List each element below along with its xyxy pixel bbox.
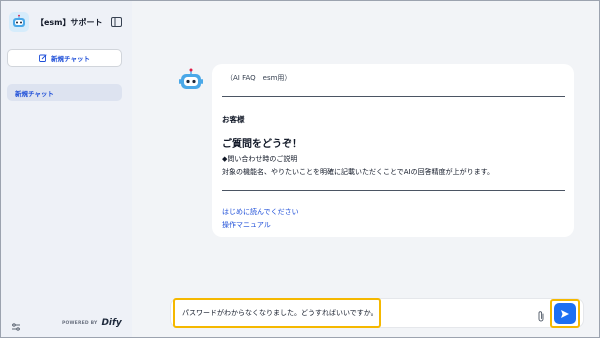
chat-main: （AI FAQ esm用） お客様 ご質問をどうぞ！ ◆問い合わせ時のご説明 対… [132,1,599,337]
new-chat-button[interactable]: 新規チャット [7,49,122,67]
sidebar-toggle-icon [110,17,122,27]
bot-avatar-icon [178,67,204,93]
bot-message: （AI FAQ esm用） お客様 ご質問をどうぞ！ ◆問い合わせ時のご説明 対… [212,64,574,237]
divider [222,190,565,191]
settings-icon[interactable] [11,317,21,331]
app-title: 【esm】サポートFA... [36,17,102,27]
message-line: ◆問い合わせ時のご説明 [222,155,298,163]
powered-by: POWERED BY Dify [62,318,122,328]
robot-icon [9,12,29,32]
divider [222,96,565,97]
brand-logo: Dify [101,318,122,328]
conversation-item[interactable]: 新規チャット [7,84,122,101]
conversation-label: 新規チャット [15,89,54,98]
message-title: （AI FAQ esm用） [226,74,292,82]
attachment-icon[interactable] [536,307,546,322]
message-greeting: お客様 [222,115,245,124]
collapse-sidebar-button[interactable] [109,15,123,29]
message-line: 対象の機能名、やりたいことを明確に記載いただくことでAIの回答精度が上がります。 [222,168,494,176]
powered-by-label: POWERED BY [62,320,98,326]
edit-icon [39,54,47,62]
new-chat-label: 新規チャット [51,55,90,63]
link-manual[interactable]: 操作マニュアル [222,220,271,230]
message-heading: ご質問をどうぞ！ [222,139,302,150]
chat-input-text[interactable]: パスワードがわからなくなりました。どうすればいいですか。 [182,308,378,318]
app-header: 【esm】サポートFA... [9,11,125,33]
sidebar: 【esm】サポートFA... 新規チャット 新規チャット POWERED BY … [1,1,132,337]
send-icon [561,309,569,318]
link-getting-started[interactable]: はじめに読んでください [222,207,299,217]
send-button[interactable] [554,303,576,324]
